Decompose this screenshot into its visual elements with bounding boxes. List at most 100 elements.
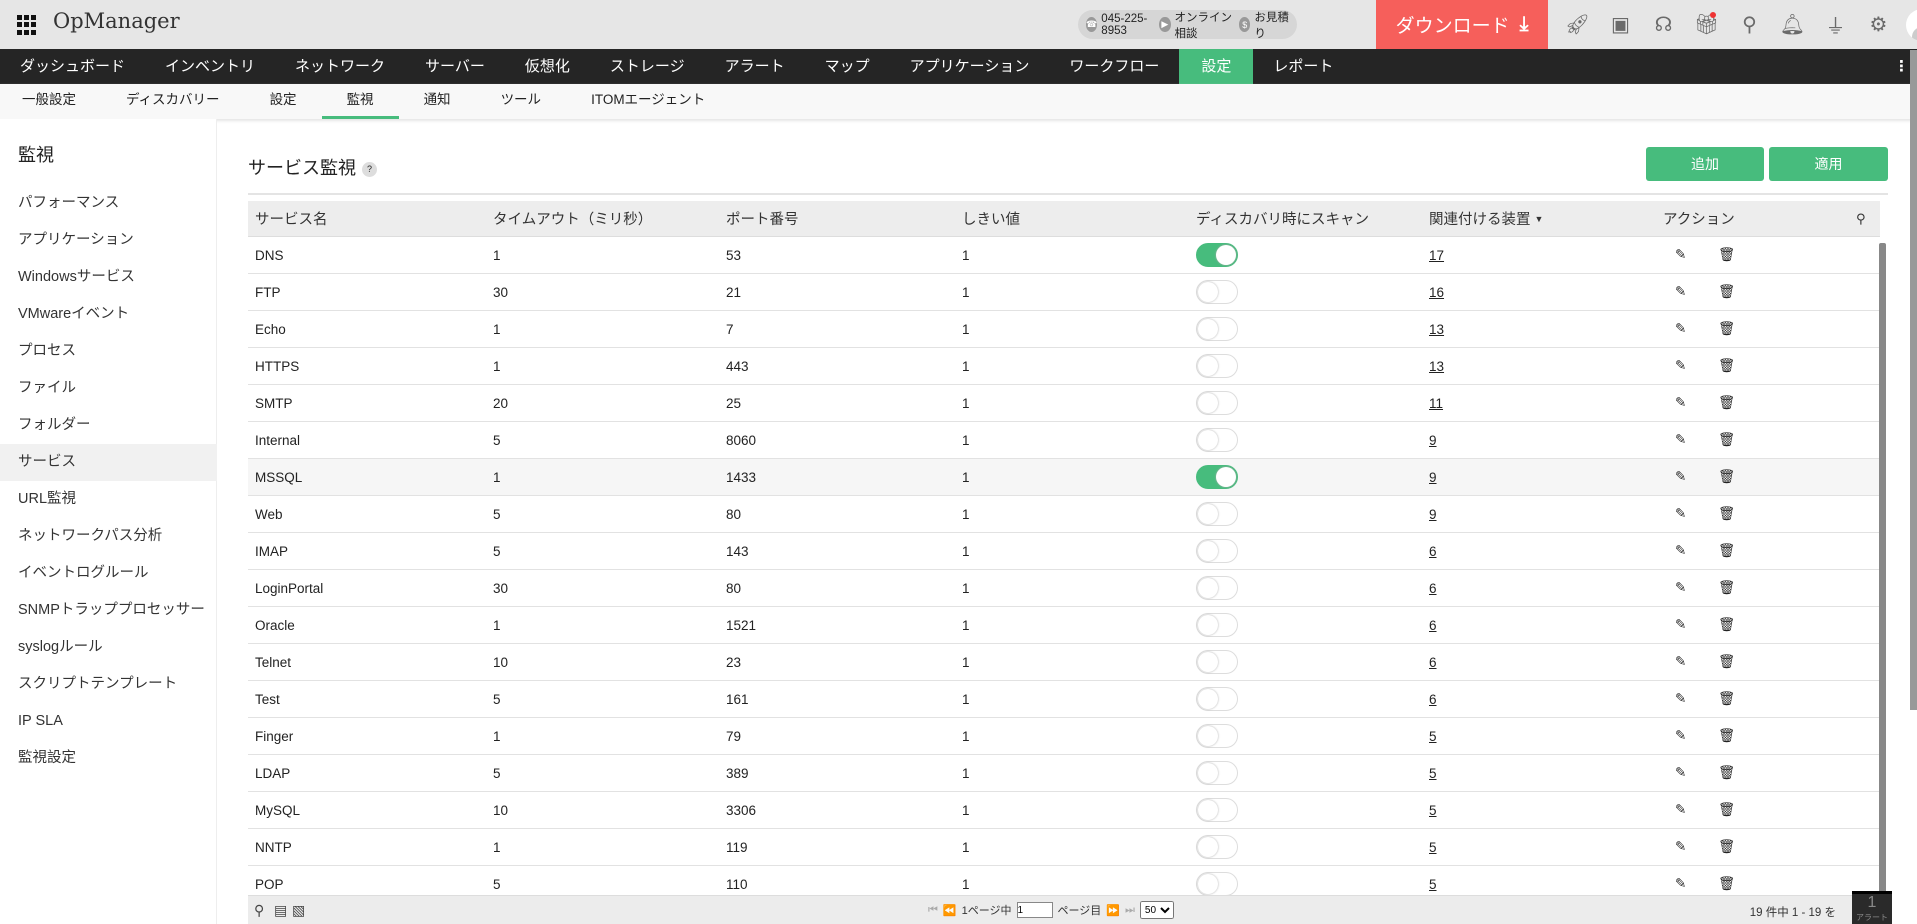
associated-devices-link[interactable]: 6 <box>1429 533 1437 569</box>
associated-devices-link[interactable]: 5 <box>1429 718 1437 754</box>
scan-toggle[interactable] <box>1196 354 1238 378</box>
subnav-notifications[interactable]: 通知 <box>399 84 476 119</box>
app-logo[interactable]: OpManager <box>53 9 180 33</box>
next-page-icon[interactable]: ⏩ <box>1106 904 1120 917</box>
associated-devices-link[interactable]: 11 <box>1429 385 1443 421</box>
associated-devices-link[interactable]: 13 <box>1429 311 1444 347</box>
sidebar-item[interactable]: IP SLA <box>0 703 217 740</box>
delete-icon[interactable]: 🗑︎ <box>1718 274 1735 310</box>
edit-icon[interactable]: ✎ <box>1675 237 1686 273</box>
sidebar-item[interactable]: フォルダー <box>0 407 217 444</box>
subnav-config[interactable]: 設定 <box>245 84 322 119</box>
nav-virtualization[interactable]: 仮想化 <box>505 49 590 84</box>
search-icon[interactable]: ⚲ <box>1728 12 1771 37</box>
gear-icon[interactable]: ⚙ <box>1857 12 1900 37</box>
sidebar-item[interactable]: syslogルール <box>0 629 217 666</box>
col-associated-devices[interactable]: 関連付ける装置 ▼ <box>1429 201 1543 236</box>
delete-icon[interactable]: 🗑︎ <box>1718 459 1735 495</box>
delete-icon[interactable]: 🗑︎ <box>1718 422 1735 458</box>
more-menu-icon[interactable]: ⋮ <box>1894 49 1909 84</box>
sidebar-item[interactable]: スクリプトテンプレート <box>0 666 217 703</box>
app-grid-icon[interactable] <box>17 15 37 35</box>
edit-icon[interactable]: ✎ <box>1675 718 1686 754</box>
subnav-monitoring[interactable]: 監視 <box>321 84 399 119</box>
delete-icon[interactable]: 🗑︎ <box>1718 681 1735 717</box>
associated-devices-link[interactable]: 6 <box>1429 607 1437 643</box>
edit-icon[interactable]: ✎ <box>1675 829 1686 865</box>
apply-button[interactable]: 適用 <box>1769 147 1888 181</box>
first-page-icon[interactable]: ⏮ <box>928 904 938 917</box>
scan-toggle[interactable] <box>1196 724 1238 748</box>
delete-icon[interactable]: 🗑︎ <box>1718 644 1735 680</box>
nav-dashboard[interactable]: ダッシュボード <box>0 49 145 84</box>
edit-icon[interactable]: ✎ <box>1675 496 1686 532</box>
page-scrollbar[interactable] <box>1910 50 1917 710</box>
sidebar-item[interactable]: プロセス <box>0 333 217 370</box>
table-search-icon[interactable]: ⚲ <box>1856 201 1866 236</box>
prev-page-icon[interactable]: ⏪ <box>943 904 957 917</box>
associated-devices-link[interactable]: 5 <box>1429 829 1437 865</box>
edit-icon[interactable]: ✎ <box>1675 792 1686 828</box>
online-consult-link[interactable]: オンライン相談 <box>1175 9 1236 41</box>
nav-inventory[interactable]: インベントリ <box>145 49 275 84</box>
delete-icon[interactable]: 🗑︎ <box>1718 237 1735 273</box>
scan-toggle[interactable] <box>1196 428 1238 452</box>
scan-toggle[interactable] <box>1196 243 1238 267</box>
subnav-itom-agent[interactable]: ITOMエージェント <box>566 84 730 119</box>
headset-icon[interactable]: ☊ <box>1642 12 1685 37</box>
delete-icon[interactable]: 🗑︎ <box>1718 533 1735 569</box>
sidebar-item[interactable]: サービス <box>0 444 217 481</box>
per-page-select[interactable]: 50 <box>1139 901 1174 919</box>
delete-icon[interactable]: 🗑︎ <box>1718 866 1735 895</box>
col-threshold[interactable]: しきい値 <box>962 201 1020 236</box>
add-button[interactable]: 追加 <box>1646 147 1764 181</box>
scan-toggle[interactable] <box>1196 391 1238 415</box>
last-page-icon[interactable]: ⏭ <box>1125 904 1135 917</box>
col-service-name[interactable]: サービス名 <box>255 201 328 236</box>
edit-icon[interactable]: ✎ <box>1675 681 1686 717</box>
presentation-icon[interactable]: ▣ <box>1599 12 1642 37</box>
scan-toggle[interactable] <box>1196 576 1238 600</box>
col-scan-on-discovery[interactable]: ディスカバリ時にスキャン <box>1196 201 1369 236</box>
delete-icon[interactable]: 🗑︎ <box>1718 792 1735 828</box>
bell-icon[interactable]: 🔔︎ <box>1771 12 1814 37</box>
nav-alarms[interactable]: アラート <box>705 49 805 84</box>
associated-devices-link[interactable]: 17 <box>1429 237 1444 273</box>
scan-toggle[interactable] <box>1196 280 1238 304</box>
scan-toggle[interactable] <box>1196 761 1238 785</box>
edit-icon[interactable]: ✎ <box>1675 385 1686 421</box>
edit-icon[interactable]: ✎ <box>1675 422 1686 458</box>
associated-devices-link[interactable]: 9 <box>1429 496 1437 532</box>
table-scrollbar[interactable] <box>1879 243 1886 893</box>
associated-devices-link[interactable]: 5 <box>1429 866 1437 895</box>
associated-devices-link[interactable]: 9 <box>1429 459 1437 495</box>
subnav-general[interactable]: 一般設定 <box>0 84 101 119</box>
scan-toggle[interactable] <box>1196 798 1238 822</box>
avatar[interactable] <box>1906 8 1917 41</box>
delete-icon[interactable]: 🗑︎ <box>1718 570 1735 606</box>
sidebar-item[interactable]: イベントログルール <box>0 555 217 592</box>
sidebar-item[interactable]: 監視設定 <box>0 740 217 777</box>
quote-link[interactable]: お見積り <box>1254 9 1289 41</box>
subnav-tools[interactable]: ツール <box>476 84 567 119</box>
delete-icon[interactable]: 🗑︎ <box>1718 607 1735 643</box>
sidebar-item[interactable]: パフォーマンス <box>0 185 217 222</box>
plug-icon[interactable]: ⏚ <box>1814 10 1857 39</box>
nav-settings[interactable]: 設定 <box>1179 49 1254 84</box>
scan-toggle[interactable] <box>1196 317 1238 341</box>
edit-icon[interactable]: ✎ <box>1675 866 1686 895</box>
edit-icon[interactable]: ✎ <box>1675 311 1686 347</box>
scan-toggle[interactable] <box>1196 465 1238 489</box>
edit-icon[interactable]: ✎ <box>1675 644 1686 680</box>
scan-toggle[interactable] <box>1196 613 1238 637</box>
delete-icon[interactable]: 🗑︎ <box>1718 829 1735 865</box>
calculator-icon[interactable]: ▤ <box>274 902 287 919</box>
edit-icon[interactable]: ✎ <box>1675 607 1686 643</box>
nav-applications[interactable]: アプリケーション <box>890 49 1050 84</box>
sidebar-item[interactable]: ネットワークパス分析 <box>0 518 217 555</box>
help-icon[interactable]: ? <box>362 161 377 177</box>
delete-icon[interactable]: 🗑︎ <box>1718 496 1735 532</box>
delete-icon[interactable]: 🗑︎ <box>1718 311 1735 347</box>
associated-devices-link[interactable]: 16 <box>1429 274 1444 310</box>
associated-devices-link[interactable]: 13 <box>1429 348 1444 384</box>
